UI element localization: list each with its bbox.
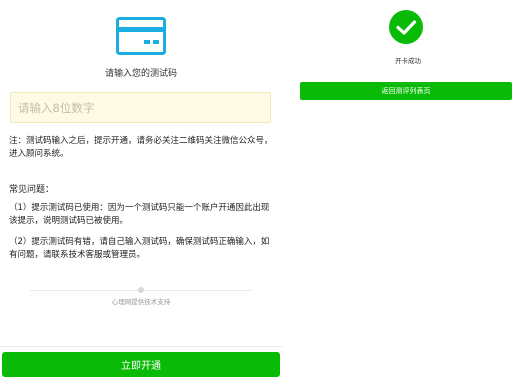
test-code-input[interactable] (11, 93, 270, 122)
activation-panel: 请输入您的测试码 注：测试码输入之后，提示开通，请务必关注二维码关注微信公众号，… (0, 0, 282, 387)
success-text: 开卡成功 (395, 57, 421, 65)
check-circle-icon (389, 10, 423, 44)
test-code-prompt: 请输入您的测试码 (104, 69, 177, 79)
open-now-button[interactable]: 立即开通 (2, 352, 280, 377)
faq-item-used: （1）提示测试码已使用：因为一个测试码只能一个账户开通因此出现该提示，说明测试码… (9, 203, 270, 226)
faq-item-error: （2）提示测试码有错，请自己输入测试码，确保测试码正确输入，如有问题，请联系技术… (9, 237, 270, 260)
activation-note: 注：测试码输入之后，提示开通，请务必关注二维码关注微信公众号，进入顾问系统。 (9, 136, 273, 159)
return-to-list-button[interactable]: 返回测评列表页 (300, 82, 512, 100)
tech-support-text: 心理网提供技术支持 (111, 298, 171, 306)
success-panel: 开卡成功 返回测评列表页 (296, 0, 520, 387)
test-code-input-box[interactable] (10, 92, 271, 123)
credit-card-icon (116, 17, 166, 55)
divider-dot (138, 287, 144, 293)
faq-title: 常见问题： (9, 185, 55, 195)
bottom-divider (0, 346, 282, 347)
tech-support-footer: 心理网提供技术支持 (30, 286, 252, 306)
